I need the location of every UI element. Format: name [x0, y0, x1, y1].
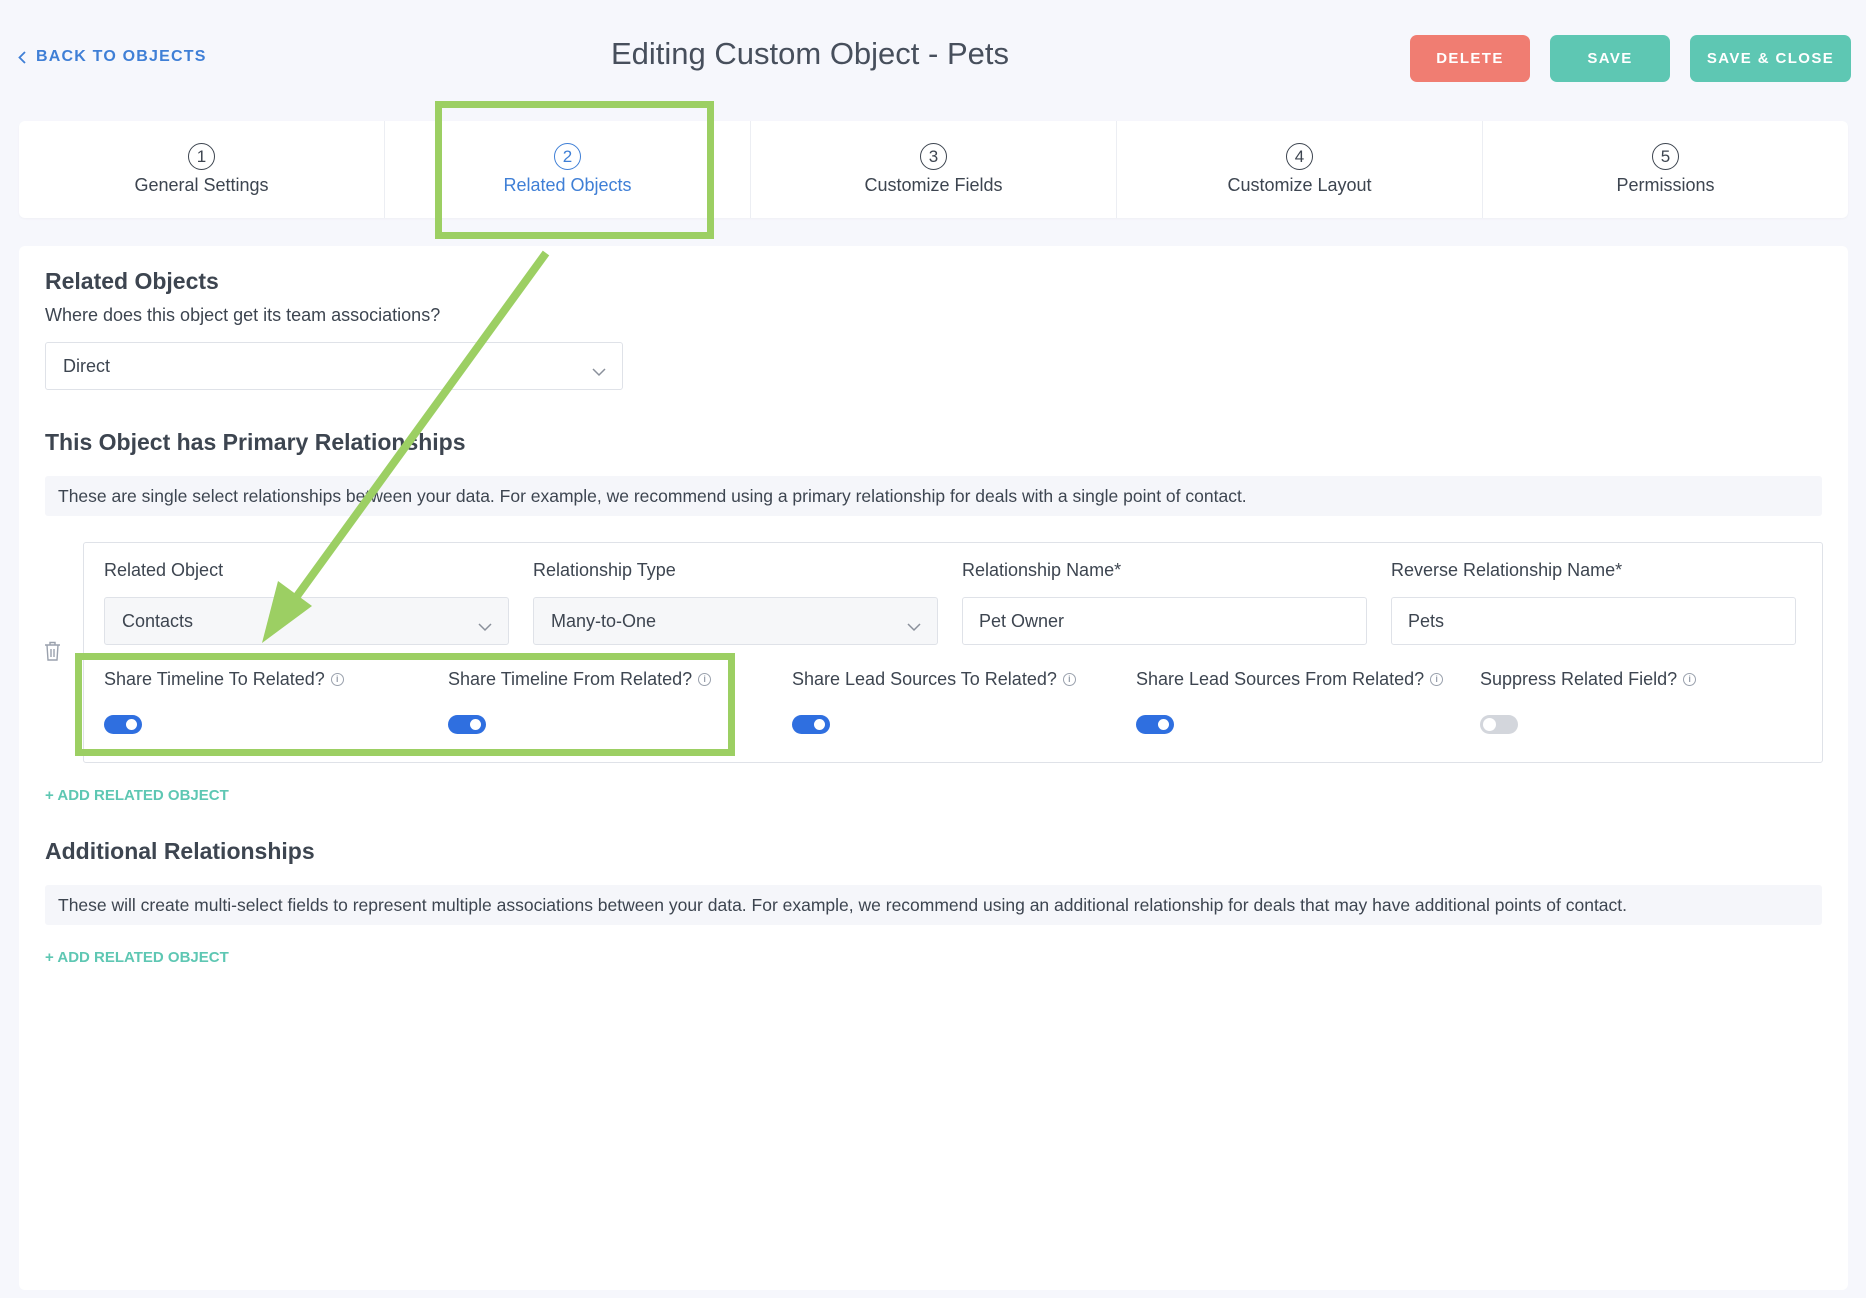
step-label: Customize Fields: [864, 175, 1003, 195]
add-primary-related-object-link[interactable]: + ADD RELATED OBJECT: [45, 787, 229, 804]
primary-relationship-row: Related Object Contacts Relationship Typ…: [83, 542, 1823, 763]
reverse-relationship-name-label: Reverse Relationship Name*: [1391, 560, 1623, 580]
relationship-type-value: Many-to-One: [551, 610, 657, 631]
primary-relationships-heading: This Object has Primary Relationships: [45, 429, 466, 455]
share-timeline-to-related-label: Share Timeline To Related? i: [104, 669, 344, 690]
share-lead-sources-from-related-label: Share Lead Sources From Related? i: [1136, 669, 1444, 690]
info-icon[interactable]: i: [1062, 673, 1076, 686]
toggle-knob: [1483, 718, 1496, 731]
related-object-select[interactable]: Contacts: [104, 597, 509, 645]
reverse-relationship-name-input[interactable]: [1391, 597, 1796, 645]
step-label: Related Objects: [503, 175, 632, 195]
related-objects-card: Related Objects Where does this object g…: [19, 246, 1848, 1290]
step-label: Permissions: [1616, 175, 1715, 195]
relationship-name-input[interactable]: [962, 597, 1367, 645]
toggle-label-text: Share Timeline To Related?: [104, 669, 325, 689]
chevron-down-icon: [592, 361, 606, 382]
toggle-label-text: Share Timeline From Related?: [448, 669, 693, 689]
share-lead-sources-to-related-toggle[interactable]: [792, 715, 830, 734]
info-icon[interactable]: i: [698, 673, 712, 686]
additional-relationships-info: These will create multi-select fields to…: [45, 885, 1822, 925]
chevron-down-icon: [478, 616, 492, 637]
add-additional-related-object-link[interactable]: + ADD RELATED OBJECT: [45, 949, 229, 966]
share-lead-sources-from-related-toggle[interactable]: [1136, 715, 1174, 734]
delete-button[interactable]: DELETE: [1410, 35, 1530, 82]
share-lead-sources-to-related-label: Share Lead Sources To Related? i: [792, 669, 1076, 690]
toggle-label-text: Share Lead Sources To Related?: [792, 669, 1057, 689]
suppress-related-field-label: Suppress Related Field? i: [1480, 669, 1697, 690]
chevron-down-icon: [907, 616, 921, 637]
info-icon[interactable]: i: [1430, 673, 1444, 686]
relationship-name-label: Relationship Name*: [962, 560, 1122, 580]
save-and-close-button[interactable]: SAVE & CLOSE: [1690, 35, 1851, 82]
step-permissions[interactable]: 5 Permissions: [1483, 121, 1848, 218]
save-button[interactable]: SAVE: [1550, 35, 1670, 82]
toggle-knob: [814, 719, 825, 730]
step-customize-layout[interactable]: 4 Customize Layout: [1117, 121, 1483, 218]
team-association-value: Direct: [63, 355, 111, 376]
share-timeline-to-related-toggle[interactable]: [104, 715, 142, 734]
association-question: Where does this object get its team asso…: [45, 305, 441, 325]
step-customize-fields[interactable]: 3 Customize Fields: [751, 121, 1117, 218]
toggle-knob: [1158, 719, 1169, 730]
step-number-icon: 4: [1286, 143, 1313, 170]
share-timeline-from-related-toggle[interactable]: [448, 715, 486, 734]
share-timeline-from-related-label: Share Timeline From Related? i: [448, 669, 712, 690]
suppress-related-field-toggle[interactable]: [1480, 715, 1518, 734]
step-label: General Settings: [134, 175, 269, 195]
related-object-value: Contacts: [122, 610, 194, 631]
step-number-icon: 3: [920, 143, 947, 170]
toggle-label-text: Suppress Related Field?: [1480, 669, 1678, 689]
toggle-knob: [126, 719, 137, 730]
primary-relationships-info: These are single select relationships be…: [45, 476, 1822, 516]
step-number-icon: 1: [188, 143, 215, 170]
team-association-select[interactable]: Direct: [45, 342, 623, 390]
toggle-label-text: Share Lead Sources From Related?: [1136, 669, 1425, 689]
relationship-type-select[interactable]: Many-to-One: [533, 597, 938, 645]
trash-icon[interactable]: [44, 641, 61, 666]
step-general-settings[interactable]: 1 General Settings: [19, 121, 385, 218]
related-objects-heading: Related Objects: [45, 268, 219, 294]
step-label: Customize Layout: [1227, 175, 1372, 195]
additional-relationships-heading: Additional Relationships: [45, 838, 315, 864]
wizard-steps: 1 General Settings 2 Related Objects 3 C…: [19, 121, 1848, 218]
page-title: Editing Custom Object - Pets: [611, 36, 1009, 71]
step-number-icon: 5: [1652, 143, 1679, 170]
relationship-type-label: Relationship Type: [533, 560, 676, 580]
related-object-label: Related Object: [104, 560, 224, 580]
info-icon[interactable]: i: [1683, 673, 1697, 686]
step-number-icon: 2: [554, 143, 581, 170]
step-related-objects[interactable]: 2 Related Objects: [385, 121, 751, 218]
info-icon[interactable]: i: [330, 673, 344, 686]
toggle-knob: [470, 719, 481, 730]
